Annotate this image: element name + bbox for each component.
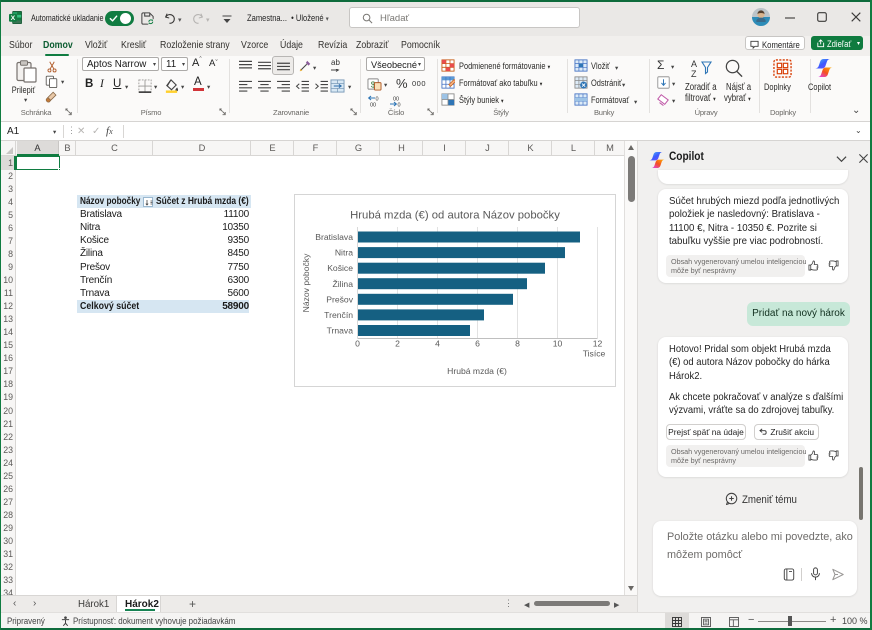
svg-text:00: 00 — [370, 103, 376, 108]
svg-text:0: 0 — [355, 339, 360, 349]
svg-text:Nitra: Nitra — [335, 248, 353, 258]
svg-text:Tisíce: Tisíce — [583, 349, 606, 359]
svg-text:Bratislava: Bratislava — [315, 232, 353, 242]
svg-text:Prešov: Prešov — [326, 294, 353, 304]
svg-text:0: 0 — [398, 103, 401, 108]
svg-text:Košice: Košice — [327, 263, 353, 273]
svg-text:Trenčín: Trenčín — [324, 310, 353, 320]
svg-text:6: 6 — [475, 339, 480, 349]
svg-text:Názov pobočky: Názov pobočky — [301, 253, 311, 312]
svg-text:Hrubá mzda (€): Hrubá mzda (€) — [447, 366, 507, 376]
svg-text:Žilina: Žilina — [332, 279, 353, 289]
svg-text:X: X — [11, 15, 16, 22]
svg-text:12: 12 — [593, 339, 603, 349]
svg-text:10: 10 — [553, 339, 563, 349]
svg-text:Z: Z — [691, 69, 697, 79]
svg-text:Trnava: Trnava — [327, 326, 354, 336]
svg-text:A: A — [691, 59, 697, 69]
svg-text:4: 4 — [435, 339, 440, 349]
svg-text:2: 2 — [395, 339, 400, 349]
svg-text:Hrubá mzda (€) od autora Názov: Hrubá mzda (€) od autora Názov pobočky — [350, 210, 560, 222]
svg-text:8: 8 — [515, 339, 520, 349]
